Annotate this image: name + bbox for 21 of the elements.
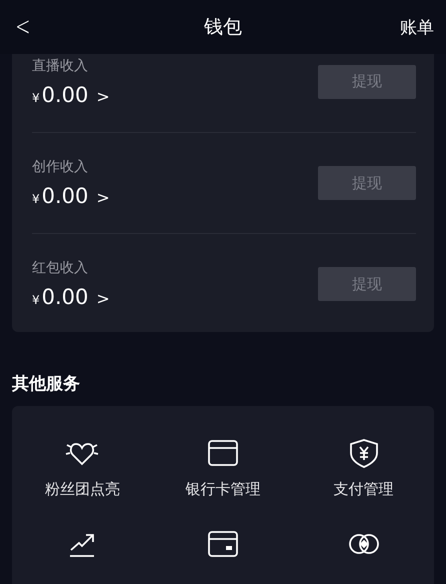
section-title: 其他服务 — [11, 373, 81, 396]
income-label: 创作收入 — [32, 158, 89, 176]
currency-sign: ¥ — [32, 90, 40, 104]
income-label: 直播收入 — [32, 56, 89, 74]
currency-sign: ¥ — [32, 192, 40, 206]
bill-link[interactable]: 账单 — [400, 16, 434, 38]
service-label[interactable]: 粉丝团点亮 — [44, 480, 120, 499]
service-label[interactable]: 支付管理 — [334, 480, 394, 499]
income-amount[interactable]: 0.00 — [42, 184, 88, 208]
chevron-icon[interactable]: > — [96, 289, 110, 308]
income-amount[interactable]: 0.00 — [42, 82, 88, 106]
back-button[interactable]: < — [15, 12, 31, 42]
income-label: 红包收入 — [32, 259, 89, 277]
chevron-icon[interactable]: > — [96, 86, 110, 106]
page-title: 钱包 — [204, 15, 242, 40]
service-label[interactable]: 银行卡管理 — [185, 480, 260, 499]
wallet-card-icon[interactable] — [206, 529, 240, 559]
chevron-icon[interactable]: > — [96, 188, 110, 207]
card-icon[interactable] — [206, 438, 240, 468]
currency-sign: ¥ — [32, 293, 40, 307]
income-amount[interactable]: 0.00 — [42, 285, 88, 309]
